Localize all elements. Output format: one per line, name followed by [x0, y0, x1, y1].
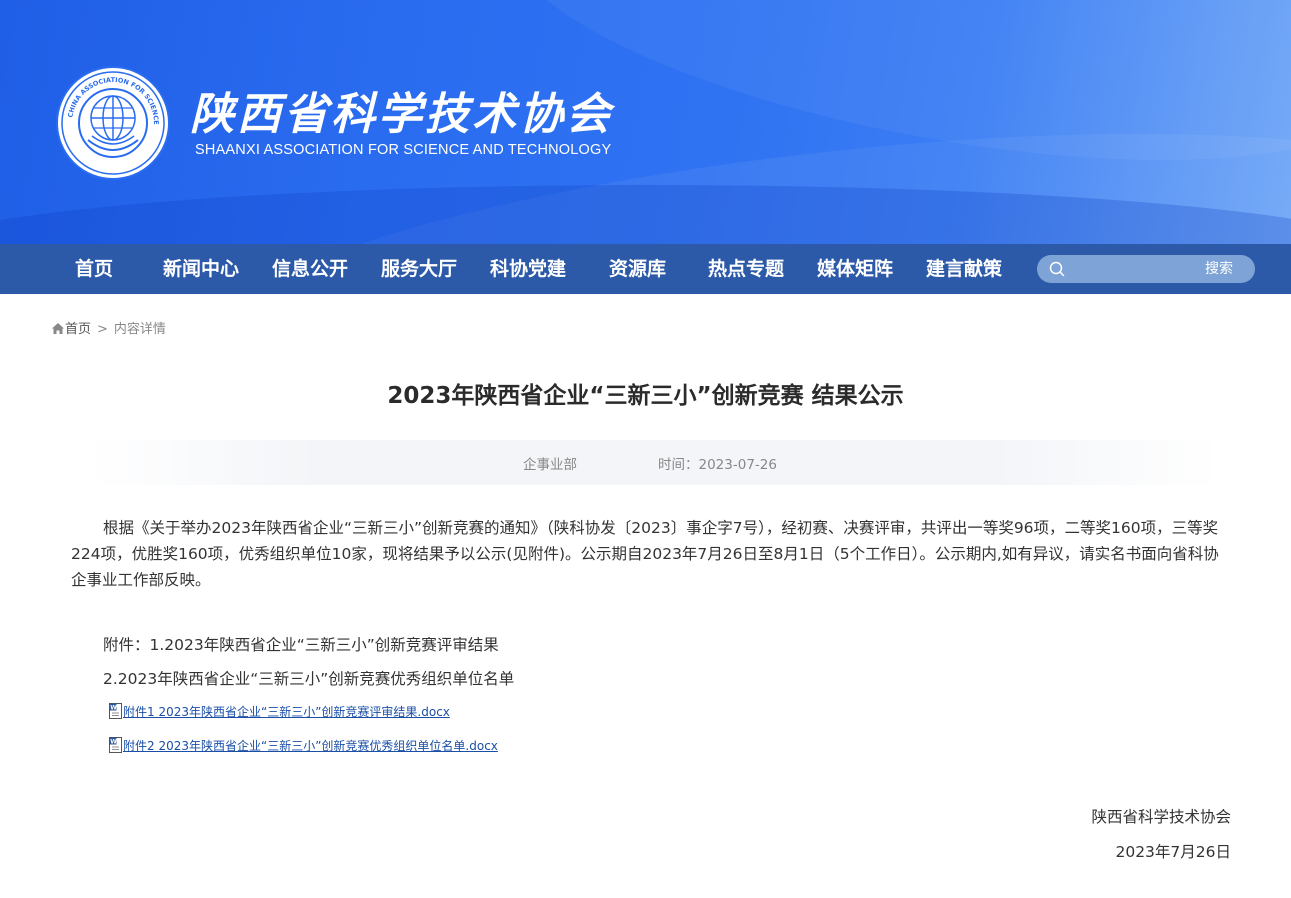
- article-title: 2023年陕西省企业“三新三小”创新竞赛 结果公示: [387, 383, 904, 409]
- nav-item-home[interactable]: 首页: [75, 244, 113, 294]
- signature-date: 2023年7月26日: [1115, 843, 1231, 861]
- search-input[interactable]: [1073, 259, 1193, 279]
- attachment-line-2: 2.2023年陕西省企业“三新三小”创新竞赛优秀组织单位名单: [103, 670, 515, 688]
- nav-item-resources[interactable]: 资源库: [609, 244, 666, 294]
- nav-item-suggestions[interactable]: 建言献策: [926, 244, 1002, 294]
- svg-text:W: W: [110, 738, 117, 745]
- word-doc-icon: W: [109, 703, 122, 719]
- breadcrumb: 首页 > 内容详情: [52, 320, 166, 340]
- nav-item-party-building[interactable]: 科协党建: [490, 244, 566, 294]
- org-name-en: SHAANXI ASSOCIATION FOR SCIENCE AND TECH…: [195, 142, 612, 158]
- search-box: 搜索: [1037, 255, 1255, 283]
- nav-item-info-disclosure[interactable]: 信息公开: [272, 244, 348, 294]
- nav-item-media-matrix[interactable]: 媒体矩阵: [817, 244, 893, 294]
- word-doc-icon: W: [109, 737, 122, 753]
- header-banner: CHINA ASSOCIATION FOR SCIENCE AND TECHNO…: [0, 0, 1291, 244]
- attachment-line-1: 附件：1.2023年陕西省企业“三新三小”创新竞赛评审结果: [103, 636, 499, 654]
- signature-org: 陕西省科学技术协会: [1091, 808, 1231, 826]
- nav-item-service-hall[interactable]: 服务大厅: [381, 244, 457, 294]
- association-logo-icon[interactable]: CHINA ASSOCIATION FOR SCIENCE AND TECHNO…: [56, 66, 170, 180]
- article-time: 时间：2023-07-26: [658, 457, 777, 473]
- breadcrumb-current: 内容详情: [113, 322, 166, 337]
- nav-item-news[interactable]: 新闻中心: [163, 244, 239, 294]
- search-icon[interactable]: [1049, 261, 1065, 277]
- attachment-file-link-1[interactable]: W 附件1 2023年陕西省企业“三新三小”创新竞赛评审结果.docx: [109, 703, 450, 721]
- svg-text:W: W: [110, 704, 117, 711]
- attachment-file-link-2[interactable]: W 附件2 2023年陕西省企业“三新三小”创新竞赛优秀组织单位名单.docx: [109, 737, 498, 755]
- search-button[interactable]: 搜索: [1205, 255, 1233, 283]
- breadcrumb-home-link[interactable]: 首页: [65, 322, 91, 337]
- home-icon: [52, 323, 64, 334]
- attachment-file-label-1[interactable]: 附件1 2023年陕西省企业“三新三小”创新竞赛评审结果.docx: [123, 705, 450, 719]
- article-body: 根据《关于举办2023年陕西省企业“三新三小”创新竞赛的通知》（陕科协发〔202…: [71, 519, 1219, 589]
- article-meta-bar: 企事业部 时间：2023-07-26: [90, 440, 1220, 485]
- nav-item-hot-topics[interactable]: 热点专题: [708, 244, 784, 294]
- org-name-cn: 陕西省科学技术协会: [190, 89, 613, 140]
- article-department: 企事业部: [523, 457, 577, 473]
- breadcrumb-separator: >: [97, 322, 108, 337]
- attachment-file-label-2[interactable]: 附件2 2023年陕西省企业“三新三小”创新竞赛优秀组织单位名单.docx: [123, 739, 498, 753]
